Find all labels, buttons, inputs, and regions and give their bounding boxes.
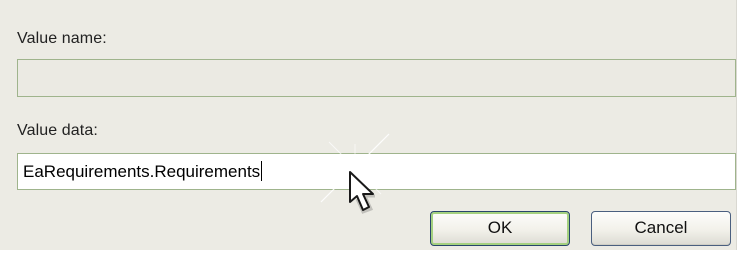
ok-button[interactable]: OK <box>430 211 570 246</box>
value-data-label: Value data: <box>17 122 98 139</box>
value-name-label: Value name: <box>17 30 107 47</box>
edit-string-dialog: Value name: Value data: EaRequirements.R… <box>0 0 737 250</box>
value-data-text: EaRequirements.Requirements <box>23 162 261 181</box>
cancel-button[interactable]: Cancel <box>591 211 731 246</box>
value-data-field[interactable]: EaRequirements.Requirements <box>17 153 736 190</box>
value-name-field[interactable] <box>17 59 736 97</box>
text-caret <box>261 161 263 181</box>
